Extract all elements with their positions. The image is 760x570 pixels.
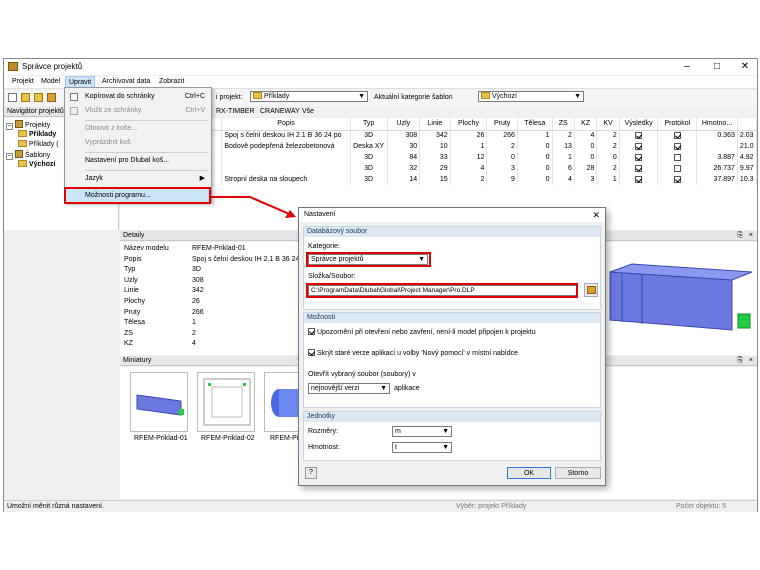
open-suffix-label: aplikace [394,385,420,392]
dialog-title: Nastavení [304,211,336,218]
category-label: Kategorie: [308,243,340,250]
options-group-title: Možnosti [304,313,600,323]
help-button[interactable]: ? [305,467,317,479]
cancel-button[interactable]: Storno [555,467,601,479]
dialog-close-icon[interactable]: ✕ [592,208,600,222]
open-in-label: Otevřít vybraný soubor (soubory) v [308,371,416,378]
highlight-category [306,252,431,267]
browse-folder-icon [587,286,596,294]
option-hide-old-versions[interactable]: Skrýt staré verze aplikací u volby 'Nový… [308,349,518,357]
chevron-down-icon: ▼ [442,444,449,451]
browse-button[interactable] [584,283,598,297]
mass-label: Hmotnost: [308,444,340,451]
options-group: Možnosti Upozornění při otevření nebo za… [303,312,601,408]
units-group-title: Jednotky [304,412,600,422]
chevron-down-icon: ▼ [380,385,387,392]
mass-select[interactable]: t ▼ [392,442,452,453]
units-group: Jednotky Rozměry: m ▼ Hmotnost: t ▼ [303,411,601,461]
dimensions-select[interactable]: m ▼ [392,426,452,437]
folder-file-label: Složka/Soubor: [308,273,356,280]
checkbox-hide-old-versions[interactable] [308,349,315,356]
ok-button[interactable]: OK [507,467,551,479]
dialog-title-bar: Nastavení ✕ [299,208,605,222]
database-group-title: Databázový soubor [304,227,600,237]
settings-dialog: Nastavení ✕ Databázový soubor Kategorie:… [298,207,606,486]
option-warn-unlinked[interactable]: Upozornění při otevření nebo zavření, ne… [308,328,536,336]
chevron-down-icon: ▼ [442,428,449,435]
open-version-select[interactable]: nejnovější verzi ▼ [308,383,390,394]
checkbox-warn-unlinked[interactable] [308,328,315,335]
dimensions-label: Rozměry: [308,428,338,435]
database-group: Databázový soubor Kategorie: Správce pro… [303,226,601,310]
help-icon: ? [309,469,313,476]
highlight-folder [306,283,578,298]
